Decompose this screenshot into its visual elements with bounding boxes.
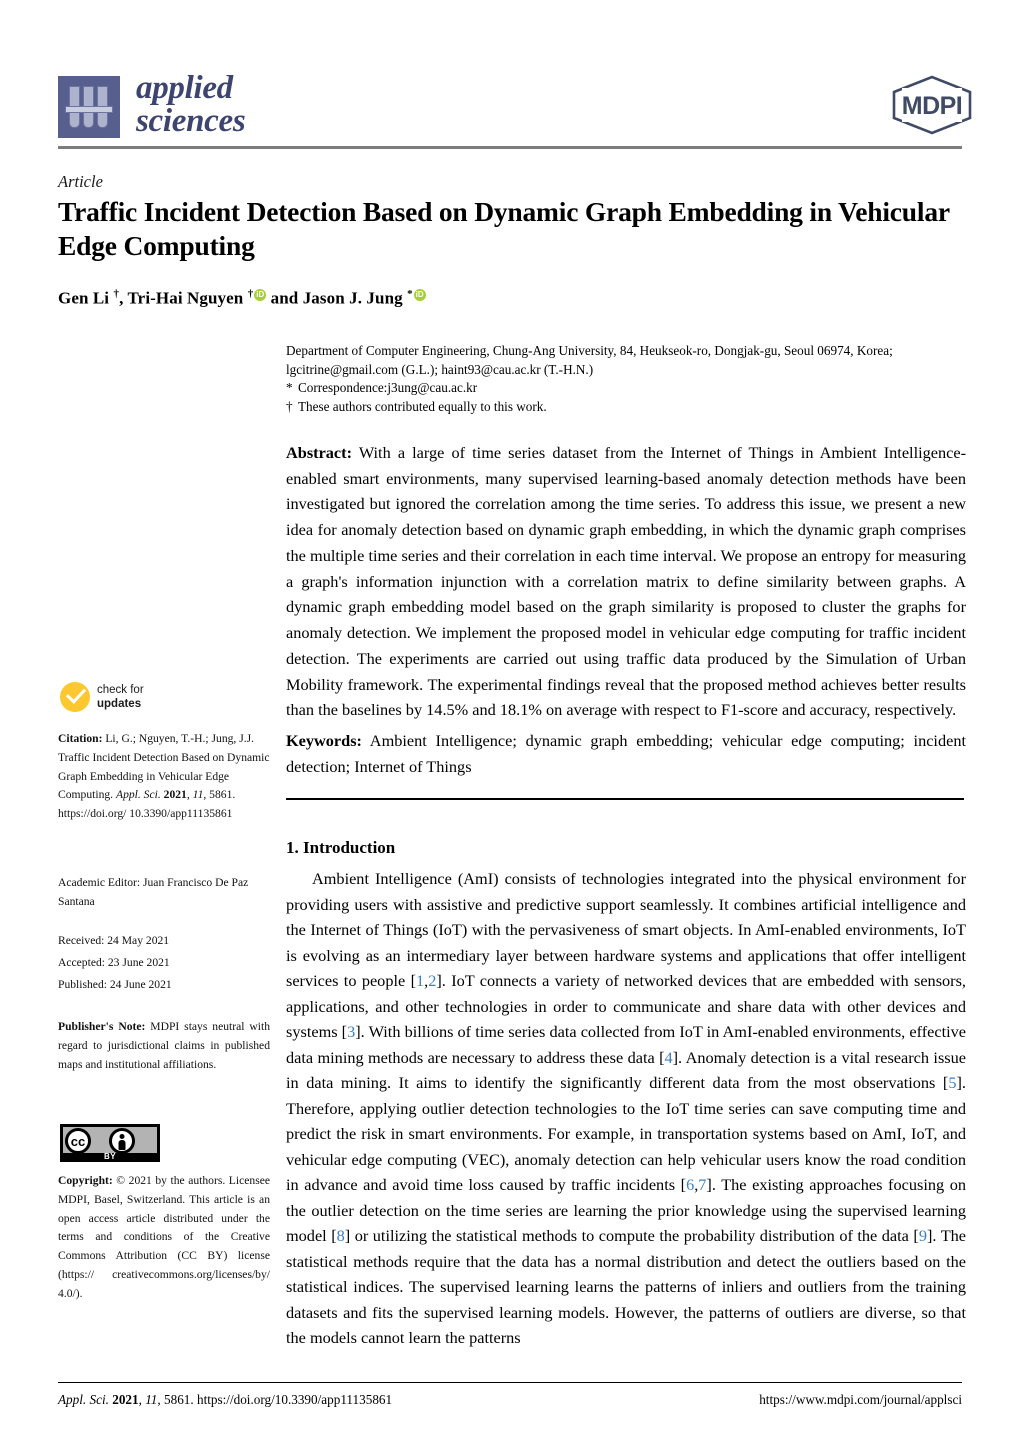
- footer-citation: Appl. Sci. 2021, 11, 5861. https://doi.o…: [58, 1392, 393, 1407]
- published-date: Published: 24 June 2021: [58, 978, 172, 991]
- header-divider: [58, 146, 962, 149]
- journal-name: applied sciences: [136, 70, 246, 139]
- author-list: Gen Li †, Tri-Hai Nguyen † iD and Jason J…: [58, 288, 426, 308]
- orcid-icon: iD: [254, 289, 267, 301]
- keywords-text: Ambient Intelligence; dynamic graph embe…: [286, 731, 966, 776]
- section-heading-introduction: 1. Introduction: [286, 838, 396, 857]
- footer-journal-url[interactable]: https://www.mdpi.com/journal/applsci: [759, 1392, 962, 1408]
- applied-sciences-logo-icon: [58, 76, 120, 138]
- orcid-icon: iD: [413, 289, 426, 301]
- cc-by-license-badge-icon[interactable]: cc BY: [60, 1124, 160, 1162]
- received-date: Received: 24 May 2021: [58, 934, 170, 947]
- academic-editor-block: Academic Editor: Juan Francisco De Paz S…: [58, 876, 249, 908]
- accepted-date: Accepted: 23 June 2021: [58, 956, 170, 969]
- abstract-text: With a large of time series dataset from…: [286, 443, 966, 720]
- cc-icon: cc: [65, 1128, 91, 1154]
- svg-text:MDPI: MDPI: [902, 92, 963, 120]
- paper-page: applied sciences MDPI Article Traffic In…: [0, 0, 1020, 1442]
- attribution-person-icon: [109, 1128, 135, 1154]
- journal-name-line2: sciences: [136, 103, 246, 139]
- citation-block: Citation: Li, G.; Nguyen, T.-H.; Jung, J…: [58, 732, 270, 821]
- correspondence-line: * Correspondence:j3ung@cau.ac.kr: [286, 380, 478, 396]
- paragraph: Ambient Intelligence (AmI) consists of t…: [286, 869, 967, 1347]
- affiliation-line-2: lgcitrine@gmail.com (G.L.); haint93@cau.…: [286, 361, 594, 377]
- journal-name-line1: applied: [136, 70, 233, 106]
- affiliation-block: Department of Computer Engineering, Chun…: [286, 342, 966, 417]
- mdpi-logo-icon: MDPI: [892, 75, 972, 135]
- cc-by-label: BY: [103, 1152, 117, 1161]
- section-body-introduction: Ambient Intelligence (AmI) consists of t…: [286, 866, 966, 1351]
- footer-divider: [58, 1382, 962, 1384]
- equal-contribution-line: † These authors contributed equally to th…: [286, 399, 547, 415]
- abstract-label: Abstract:: [286, 443, 353, 462]
- section-divider: [286, 798, 964, 800]
- article-type-label: Article: [58, 172, 103, 191]
- check-circle-icon: [60, 682, 90, 712]
- keywords-label: Keywords:: [286, 731, 362, 750]
- check-for-updates-badge[interactable]: check for updates: [60, 682, 144, 712]
- page-title: Traffic Incident Detection Based on Dyna…: [58, 196, 950, 262]
- page-footer: Appl. Sci. 2021, 11, 5861. https://doi.o…: [58, 1392, 962, 1408]
- copyright-block: Copyright: © 2021 by the authors. Licens…: [58, 1174, 270, 1300]
- publishers-note-block: Publisher's Note: MDPI stays neutral wit…: [58, 1020, 270, 1071]
- keywords-block: Keywords: Ambient Intelligence; dynamic …: [286, 728, 966, 779]
- affiliation-line-1: Department of Computer Engineering, Chun…: [286, 343, 893, 358]
- check-for-updates-label: check for updates: [97, 683, 144, 710]
- abstract-block: Abstract: With a large of time series da…: [286, 440, 966, 723]
- journal-masthead: applied sciences: [58, 70, 246, 139]
